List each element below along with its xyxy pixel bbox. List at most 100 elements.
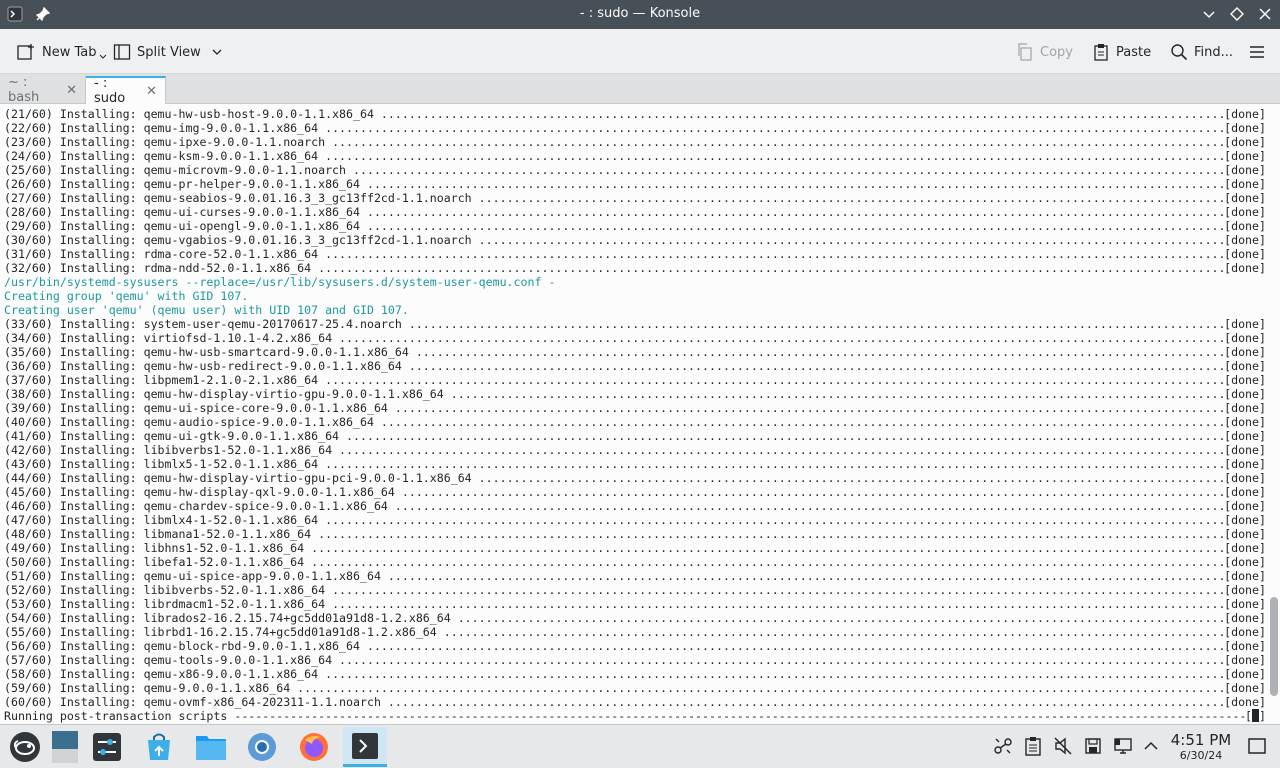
taskbar-firefox[interactable] xyxy=(292,727,336,767)
done-status: [done] xyxy=(1224,205,1266,219)
terminal-line-text: (45/60) Installing: qemu-hw-display-qxl-… xyxy=(4,485,402,499)
paste-button[interactable]: Paste xyxy=(1092,40,1151,64)
done-status: [done] xyxy=(1224,415,1266,429)
split-view-label: Split View xyxy=(137,44,201,60)
terminal-line: (35/60) Installing: qemu-hw-usb-smartcar… xyxy=(4,345,1266,359)
show-desktop-icon xyxy=(1248,738,1266,754)
volume-muted-icon xyxy=(1054,737,1072,755)
terminal-line: Creating group 'qemu' with GID 107. xyxy=(4,289,1266,303)
terminal-line: Creating user 'qemu' (qemu user) with UI… xyxy=(4,303,1266,317)
terminal-line: (40/60) Installing: qemu-audio-spice-9.0… xyxy=(4,415,1266,429)
done-status: [done] xyxy=(1224,443,1266,457)
dot-leader: ........................................… xyxy=(443,625,1224,639)
terminal-line: (26/60) Installing: qemu-pr-helper-9.0.0… xyxy=(4,177,1266,191)
dot-leader: ........................................… xyxy=(325,457,1224,471)
minimize-button[interactable] xyxy=(1200,5,1218,23)
terminal-line-text: Creating user 'qemu' (qemu user) with UI… xyxy=(4,303,409,317)
dot-leader: ........................................… xyxy=(332,583,1224,597)
dot-leader: ........................................… xyxy=(325,149,1224,163)
show-desktop-button[interactable] xyxy=(1246,735,1268,757)
tray-network[interactable] xyxy=(1112,735,1134,757)
done-status: [done] xyxy=(1224,457,1266,471)
tray-clipboard[interactable] xyxy=(1022,735,1044,757)
terminal-line: (60/60) Installing: qemu-ovmf-x86_64-202… xyxy=(4,695,1266,709)
terminal-line: (45/60) Installing: qemu-hw-display-qxl-… xyxy=(4,485,1266,499)
tray-expand[interactable] xyxy=(1140,735,1162,757)
split-view-button[interactable]: Split View xyxy=(113,40,223,64)
system-settings-icon xyxy=(93,733,121,761)
terminal-line: (58/60) Installing: qemu-x86-9.0.0-1.1.x… xyxy=(4,667,1266,681)
discover-store-icon xyxy=(148,733,170,760)
bracket-open: [ xyxy=(1245,709,1253,723)
tab-label: - : sudo xyxy=(94,76,126,106)
terminal-line-text: (22/60) Installing: qemu-img-9.0.0-1.1.x… xyxy=(4,121,326,135)
new-tab-button[interactable]: New Tab xyxy=(16,40,107,64)
network-wired-icon xyxy=(1114,738,1132,754)
terminal-view[interactable]: (21/60) Installing: qemu-hw-usb-host-9.0… xyxy=(0,104,1280,724)
terminal-line-text: (52/60) Installing: libibverbs-52.0-1.1.… xyxy=(4,583,333,597)
done-status: [done] xyxy=(1224,107,1266,121)
scrollbar-thumb[interactable] xyxy=(1270,597,1278,696)
diamond-icon xyxy=(1230,7,1244,21)
tab-sudo[interactable]: - : sudo ✕ xyxy=(86,76,166,106)
tray-kde-connect[interactable] xyxy=(992,735,1014,757)
done-status: [done] xyxy=(1224,639,1266,653)
dot-leader: ........................................… xyxy=(401,485,1224,499)
terminal-line: (31/60) Installing: rdma-core-52.0-1.1.x… xyxy=(4,247,1266,261)
taskbar-discover[interactable] xyxy=(137,727,181,767)
find-label: Find... xyxy=(1194,44,1234,60)
terminal-line: (39/60) Installing: qemu-ui-spice-core-9… xyxy=(4,401,1266,415)
terminal-line-text: (26/60) Installing: qemu-pr-helper-9.0.0… xyxy=(4,177,367,191)
taskbar-system-settings[interactable] xyxy=(85,727,129,767)
hamburger-menu-button[interactable] xyxy=(1248,40,1266,64)
chevron-down-icon xyxy=(99,54,106,59)
taskbar-konsole[interactable] xyxy=(343,727,387,767)
terminal-line-text: (34/60) Installing: virtiofsd-1.10.1-4.2… xyxy=(4,331,340,345)
chromium-icon xyxy=(248,733,276,761)
maximize-button[interactable] xyxy=(1228,5,1246,23)
terminal-line: (47/60) Installing: libmlx4-1-52.0-1.1.x… xyxy=(4,513,1266,527)
dot-leader: ........................................… xyxy=(325,121,1224,135)
paste-icon xyxy=(1094,44,1108,61)
dot-leader: ........................................… xyxy=(394,401,1225,415)
terminal-line: (29/60) Installing: qemu-ui-opengl-9.0.0… xyxy=(4,219,1266,233)
close-tab-icon[interactable]: ✕ xyxy=(66,83,77,98)
terminal-line-text: (30/60) Installing: qemu-vgabios-9.0.01.… xyxy=(4,233,479,247)
close-button[interactable] xyxy=(1256,5,1274,23)
terminal-line: (33/60) Installing: system-user-qemu-201… xyxy=(4,317,1266,331)
peek-desktop-button[interactable] xyxy=(41,727,85,767)
save-disk-icon xyxy=(1085,738,1101,754)
terminal-line-text: (39/60) Installing: qemu-ui-spice-core-9… xyxy=(4,401,395,415)
terminal-line: (28/60) Installing: qemu-ui-curses-9.0.0… xyxy=(4,205,1266,219)
dot-leader: ........................................… xyxy=(325,667,1224,681)
terminal-line: (54/60) Installing: librados2-16.2.15.74… xyxy=(4,611,1266,625)
terminal-line-text: (48/60) Installing: libmana1-52.0-1.1.x8… xyxy=(4,527,319,541)
done-status: [done] xyxy=(1224,261,1266,275)
tray-volume-muted[interactable] xyxy=(1052,735,1074,757)
done-status: [done] xyxy=(1224,373,1266,387)
done-status: [done] xyxy=(1224,541,1266,555)
digital-clock[interactable]: 4:51 PM 6/30/24 xyxy=(1164,731,1238,762)
taskbar-chromium[interactable] xyxy=(240,727,284,767)
taskbar-dolphin[interactable] xyxy=(189,727,233,767)
copy-button[interactable]: Copy xyxy=(1016,40,1073,64)
terminal-scrollbar[interactable] xyxy=(1270,106,1278,722)
progress-bracket: [] xyxy=(1245,709,1266,723)
find-button[interactable]: Find... xyxy=(1170,40,1233,64)
tab-bash[interactable]: ~ : bash ✕ xyxy=(0,75,86,105)
dot-leader: ........................................… xyxy=(339,331,1224,345)
dot-leader: ........................................… xyxy=(311,555,1224,569)
close-tab-icon[interactable]: ✕ xyxy=(146,84,157,99)
done-status: [done] xyxy=(1224,695,1266,709)
tray-storage[interactable] xyxy=(1082,735,1104,757)
terminal-line-text: (23/60) Installing: qemu-ipxe-9.0.0-1.1.… xyxy=(4,135,333,149)
done-status: [done] xyxy=(1224,429,1266,443)
terminal-line: (21/60) Installing: qemu-hw-usb-host-9.0… xyxy=(4,107,1266,121)
done-status: [done] xyxy=(1224,135,1266,149)
terminal-line: (49/60) Installing: libhns1-52.0-1.1.x86… xyxy=(4,541,1266,555)
done-status: [done] xyxy=(1224,485,1266,499)
dot-leader: ........................................… xyxy=(387,569,1224,583)
terminal-line: (34/60) Installing: virtiofsd-1.10.1-4.2… xyxy=(4,331,1266,345)
terminal-line: (24/60) Installing: qemu-ksm-9.0.0-1.1.x… xyxy=(4,149,1266,163)
terminal-line-text: (59/60) Installing: qemu-9.0.0-1.1.x86_6… xyxy=(4,681,298,695)
